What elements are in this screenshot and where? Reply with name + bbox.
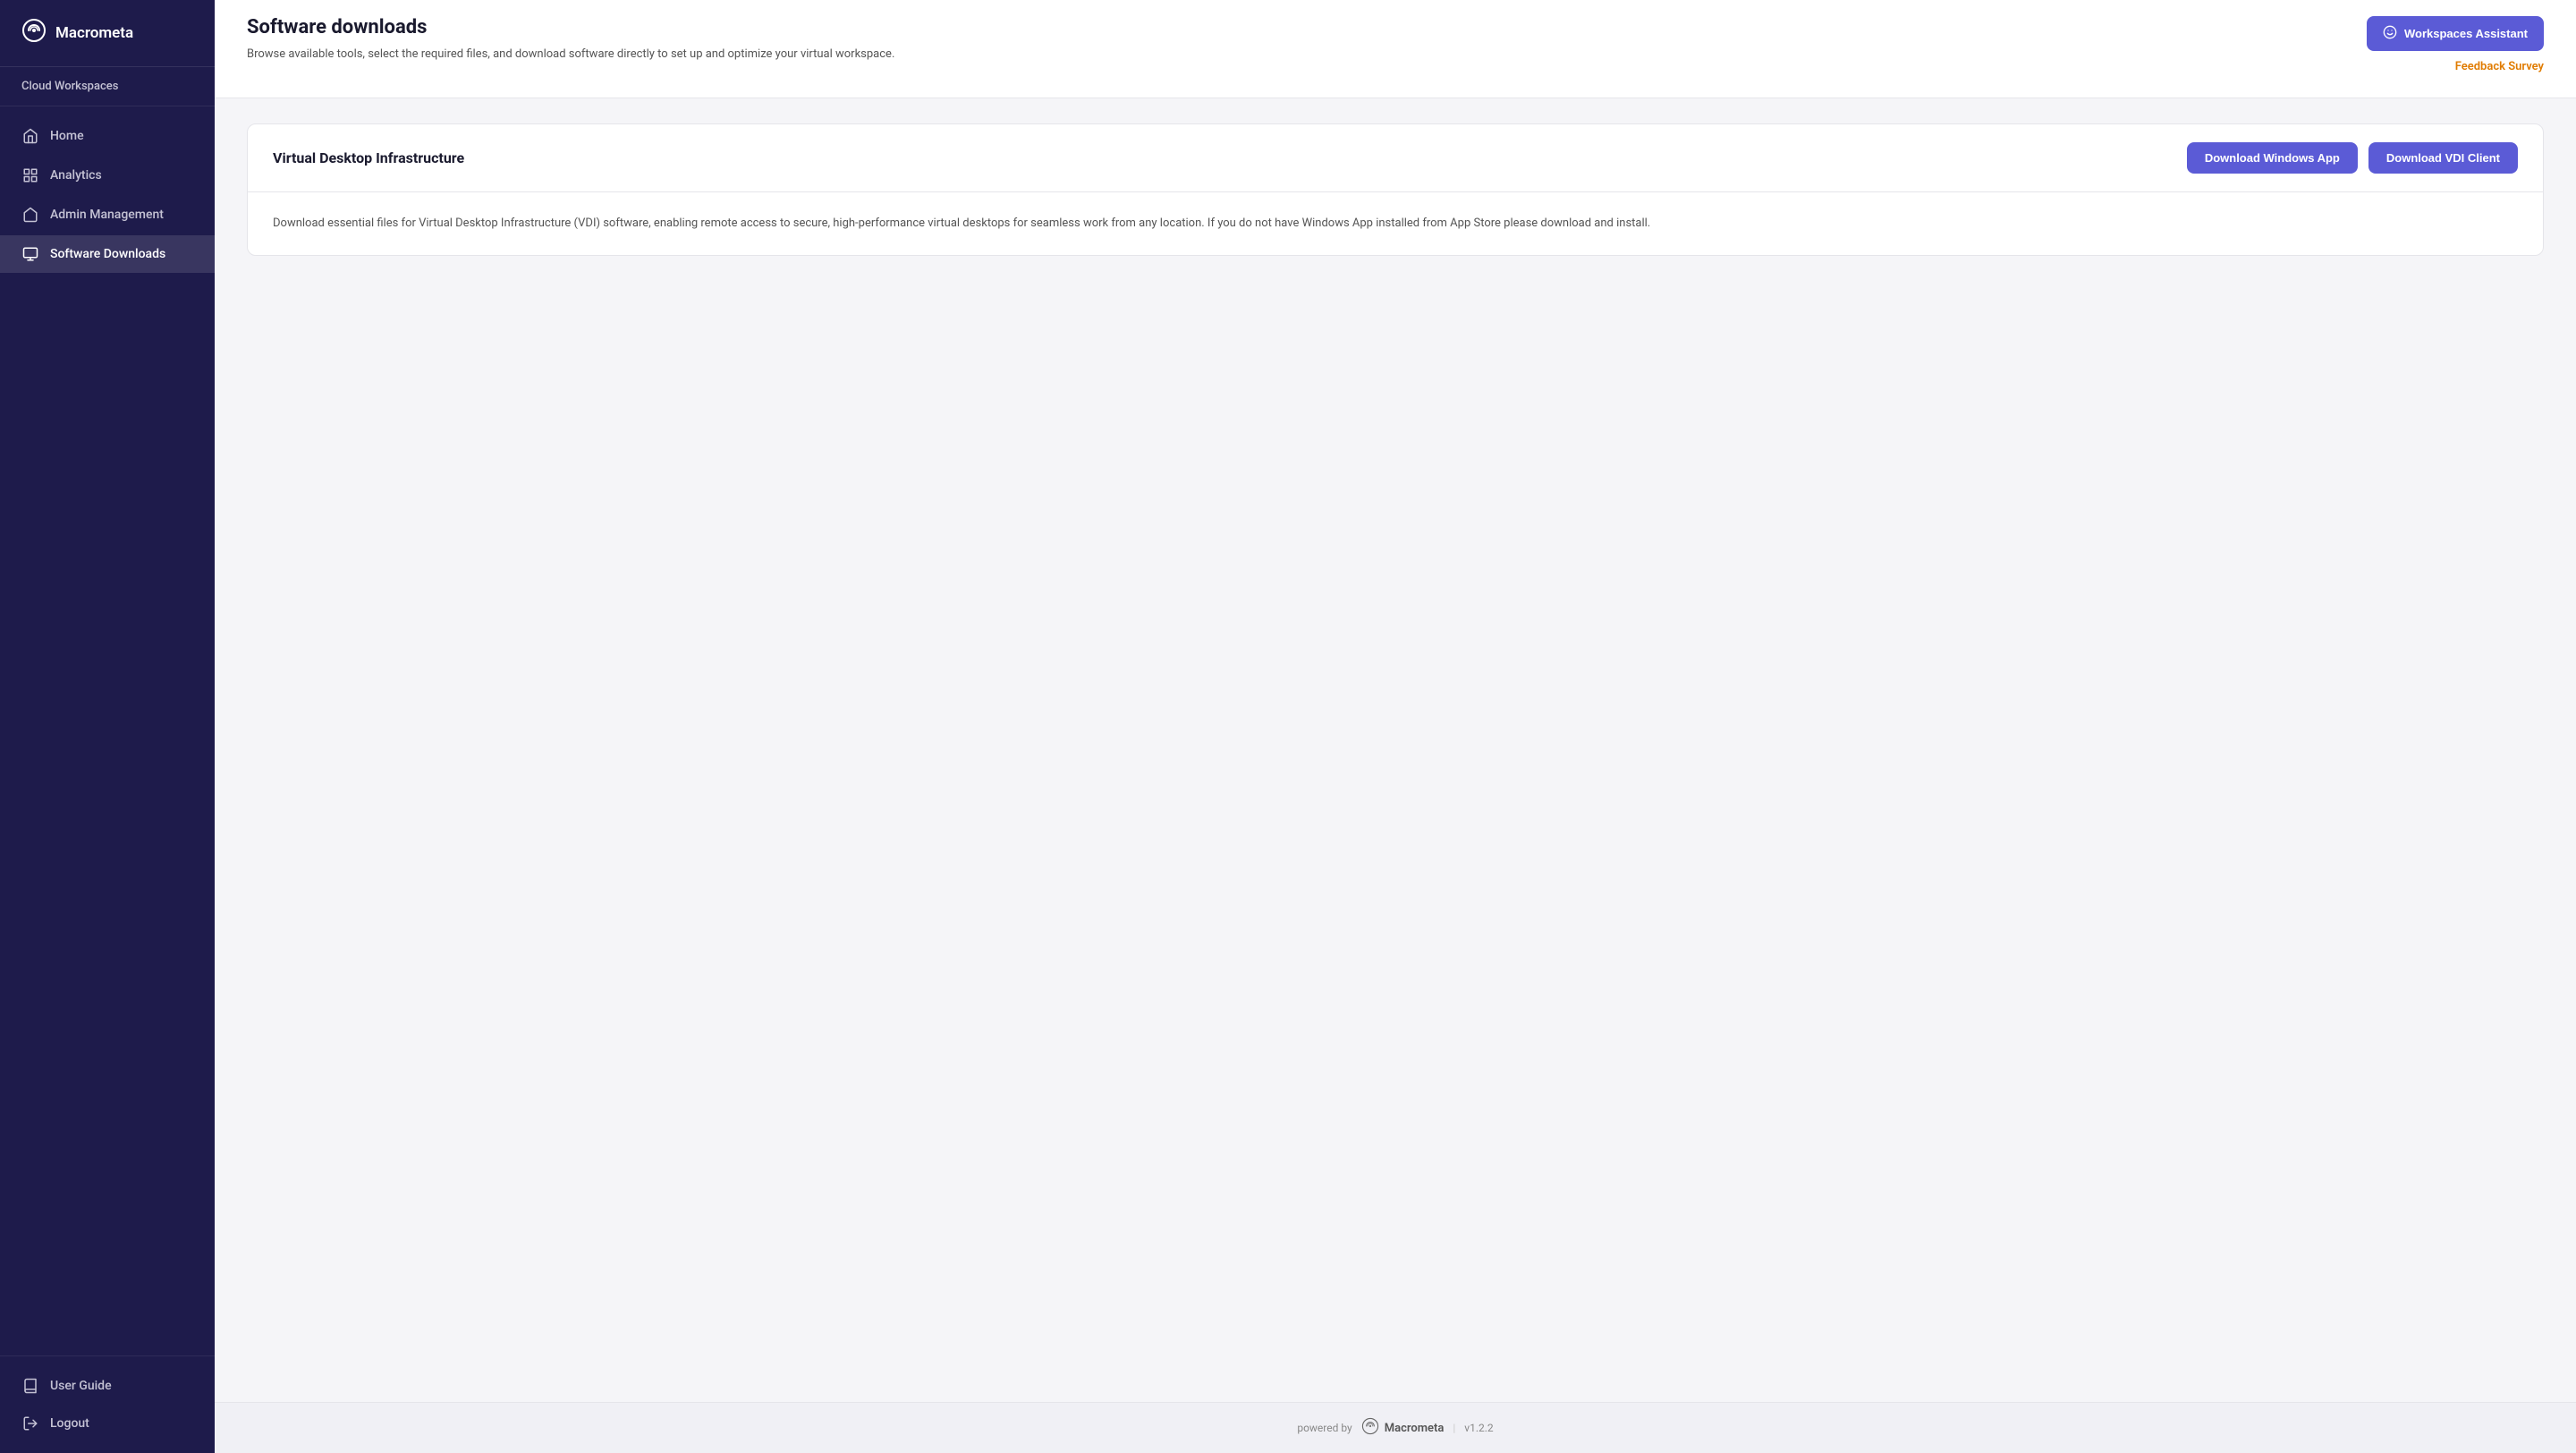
download-vdi-client-button[interactable]: Download VDI Client [2368,142,2518,174]
sidebar-item-software-downloads[interactable]: Software Downloads [0,235,215,273]
assistant-icon [2383,25,2397,42]
footer-logo-text: Macrometa [1385,1422,1445,1435]
footer-macrometa-icon [1361,1417,1379,1439]
sidebar-item-analytics-label: Analytics [50,168,102,183]
logout-icon [21,1415,39,1432]
sidebar-header: Macrometa [0,0,215,67]
sidebar-item-home[interactable]: Home [0,117,215,155]
footer-version: v1.2.2 [1464,1422,1493,1434]
footer-powered-label: powered by [1297,1422,1352,1434]
workspaces-assistant-button[interactable]: Workspaces Assistant [2367,16,2544,51]
sidebar-bottom: User Guide Logout [0,1355,215,1453]
vdi-card-actions: Download Windows App Download VDI Client [2187,142,2518,174]
sidebar-item-admin-label: Admin Management [50,208,164,222]
topbar: Software downloads Browse available tool… [215,0,2576,98]
content-area: Virtual Desktop Infrastructure Download … [215,98,2576,1402]
vdi-description: Download essential files for Virtual Des… [273,214,2518,234]
vdi-card-body: Download essential files for Virtual Des… [248,192,2543,255]
downloads-icon [21,245,39,263]
sidebar-logo-text: Macrometa [55,24,133,42]
download-windows-app-button[interactable]: Download Windows App [2187,142,2358,174]
vdi-card: Virtual Desktop Infrastructure Download … [247,123,2544,256]
sidebar-item-analytics[interactable]: Analytics [0,157,215,194]
topbar-left: Software downloads Browse available tool… [247,16,894,64]
page-title: Software downloads [247,16,894,38]
sidebar-item-user-guide[interactable]: User Guide [0,1367,215,1405]
footer-divider: | [1453,1422,1455,1434]
sidebar-item-admin-management[interactable]: Admin Management [0,196,215,234]
sidebar-item-downloads-label: Software Downloads [50,247,165,261]
sidebar: Macrometa Cloud Workspaces Home Analytic… [0,0,215,1453]
feedback-survey-link[interactable]: Feedback Survey [2455,60,2544,73]
sidebar-item-logout[interactable]: Logout [0,1405,215,1442]
sidebar-nav: Home Analytics Admin Management [0,106,215,1355]
main-content: Software downloads Browse available tool… [215,0,2576,1453]
book-icon [21,1377,39,1395]
footer-logo: Macrometa [1361,1417,1445,1439]
vdi-card-title: Virtual Desktop Infrastructure [273,149,464,166]
sidebar-item-logout-label: Logout [50,1416,89,1431]
analytics-icon [21,166,39,184]
sidebar-item-home-label: Home [50,129,84,143]
home-icon [21,127,39,145]
footer: powered by Macrometa | v1.2.2 [215,1402,2576,1453]
assistant-button-label: Workspaces Assistant [2404,27,2528,40]
macrometa-logo-icon [21,18,47,48]
cloud-workspaces-label: Cloud Workspaces [0,67,215,106]
admin-icon [21,206,39,224]
vdi-card-header: Virtual Desktop Infrastructure Download … [248,124,2543,192]
topbar-right: Workspaces Assistant Feedback Survey [2367,16,2544,73]
sidebar-item-user-guide-label: User Guide [50,1379,112,1393]
page-subtitle: Browse available tools, select the requi… [247,46,894,64]
